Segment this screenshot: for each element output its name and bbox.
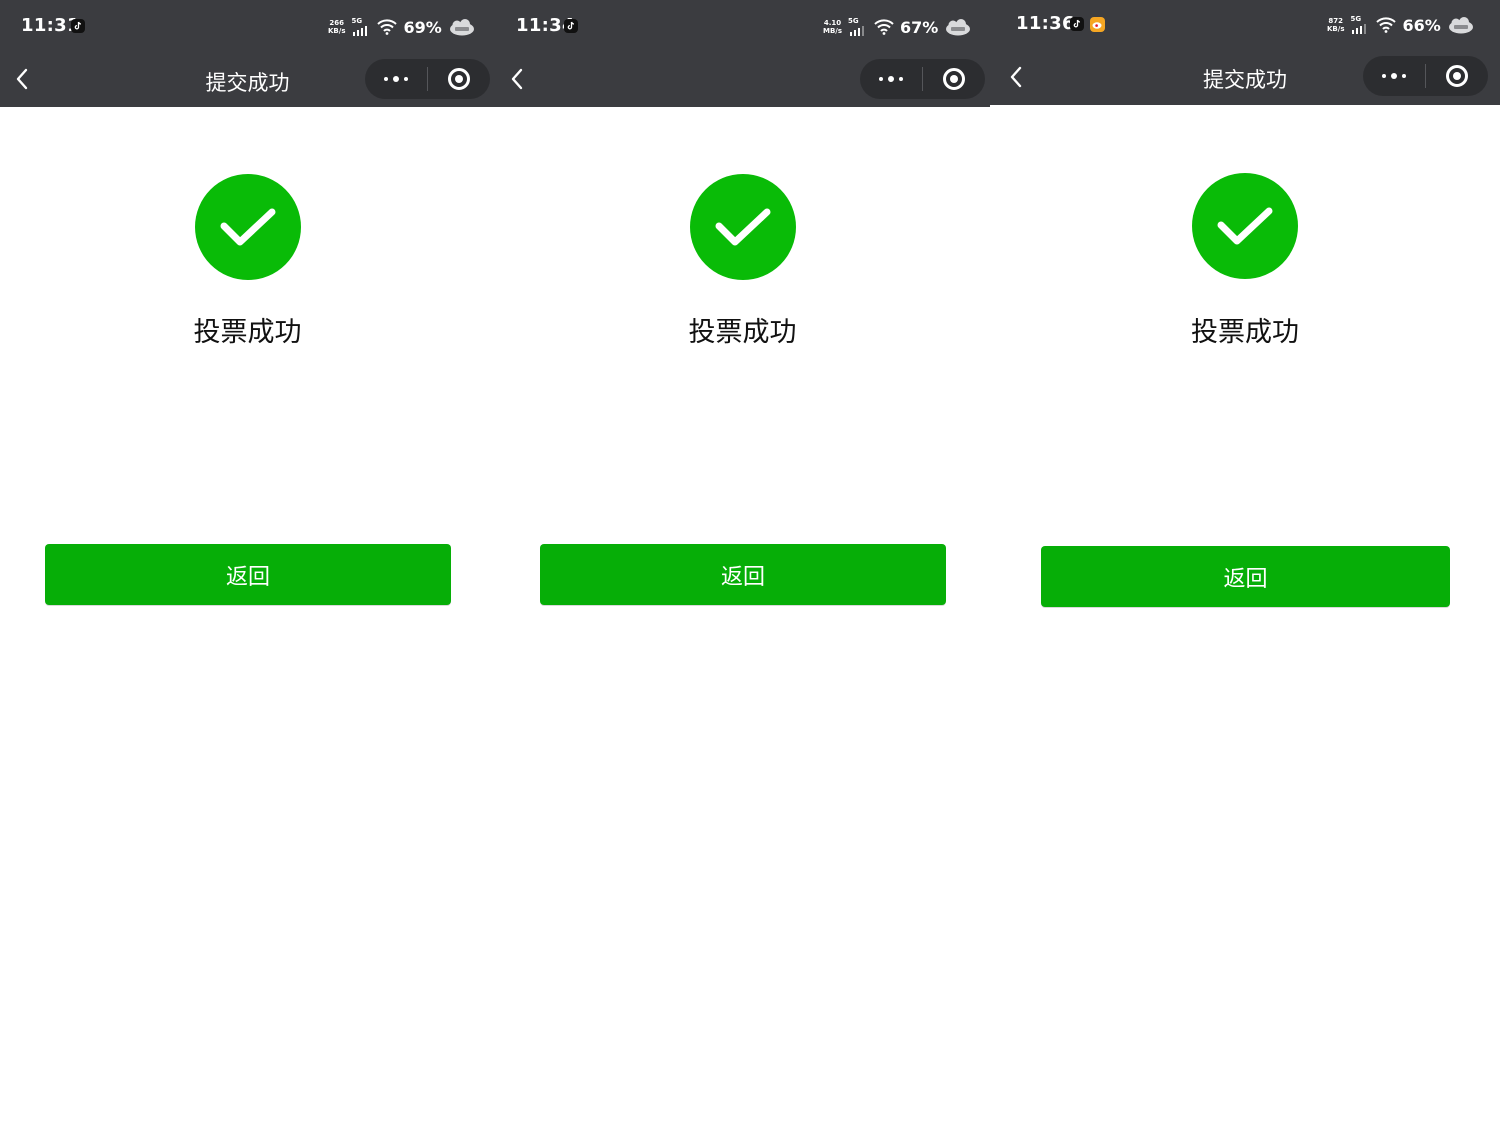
status-indicators: 266 KB/s 5G 69%: [328, 14, 476, 40]
wifi-icon: [377, 19, 398, 35]
cellular-signal-icon: 5G: [351, 17, 371, 36]
wifi-icon: [1376, 17, 1397, 33]
phone-screen-3: 11:36 872 KB/s 5G 66% 提交成功 投票成功 返回: [990, 0, 1500, 1125]
success-message: 投票成功: [688, 317, 797, 348]
top-bar: 11:36 872 KB/s 5G 66% 提交成功: [990, 0, 1500, 105]
success-check-icon: [195, 174, 301, 280]
close-program-icon[interactable]: [428, 59, 490, 99]
return-button[interactable]: 返回: [540, 544, 946, 605]
cellular-signal-icon: 5G: [848, 17, 868, 36]
success-message: 投票成功: [1191, 317, 1299, 348]
tiktok-icon: [1070, 17, 1084, 31]
net-speed: 872 KB/s: [1327, 17, 1345, 33]
mini-program-capsule: [860, 59, 985, 99]
cloud-badge-icon: [1447, 15, 1475, 35]
mini-program-capsule: [1363, 56, 1488, 96]
success-message: 投票成功: [193, 317, 302, 348]
mini-program-capsule: [365, 59, 490, 99]
cloud-badge-icon: [448, 17, 476, 37]
net-speed: 266 KB/s: [328, 19, 346, 35]
battery-percent: 69%: [403, 17, 442, 37]
status-time: 11:36: [1016, 13, 1075, 34]
back-arrow-icon[interactable]: [507, 66, 529, 92]
net-speed: 4.10 MB/s: [823, 19, 843, 35]
tiktok-icon: [71, 19, 85, 33]
success-check-icon: [690, 174, 796, 280]
nav-bar: 提交成功: [990, 52, 1500, 107]
status-indicators: 4.10 MB/s 5G 67%: [823, 14, 972, 40]
close-program-icon[interactable]: [923, 59, 985, 99]
cloud-badge-icon: [944, 17, 972, 37]
nav-bar: 提交成功: [0, 52, 495, 107]
battery-percent: 67%: [900, 17, 939, 37]
close-program-icon[interactable]: [1426, 56, 1488, 96]
more-menu-icon[interactable]: [365, 59, 427, 99]
return-button[interactable]: 返回: [1041, 546, 1450, 607]
more-menu-icon[interactable]: [1363, 56, 1425, 96]
more-menu-icon[interactable]: [860, 59, 922, 99]
tiktok-icon: [564, 19, 578, 33]
wifi-icon: [874, 19, 894, 35]
phone-screen-2: 11:34 4.10 MB/s 5G 67% 投票成功 返回: [495, 0, 990, 1125]
weibo-icon: [1090, 17, 1105, 32]
phone-screen-1: 11:31 266 KB/s 5G 69% 提交成功 投票成功 返回: [0, 0, 495, 1125]
status-indicators: 872 KB/s 5G 66%: [1327, 12, 1475, 38]
top-bar: 11:31 266 KB/s 5G 69% 提交成功: [0, 0, 495, 107]
battery-percent: 66%: [1402, 15, 1441, 35]
nav-bar: [495, 52, 990, 107]
return-button[interactable]: 返回: [45, 544, 451, 605]
success-check-icon: [1192, 173, 1298, 279]
cellular-signal-icon: 5G: [1350, 15, 1370, 34]
top-bar: 11:34 4.10 MB/s 5G 67%: [495, 0, 990, 107]
